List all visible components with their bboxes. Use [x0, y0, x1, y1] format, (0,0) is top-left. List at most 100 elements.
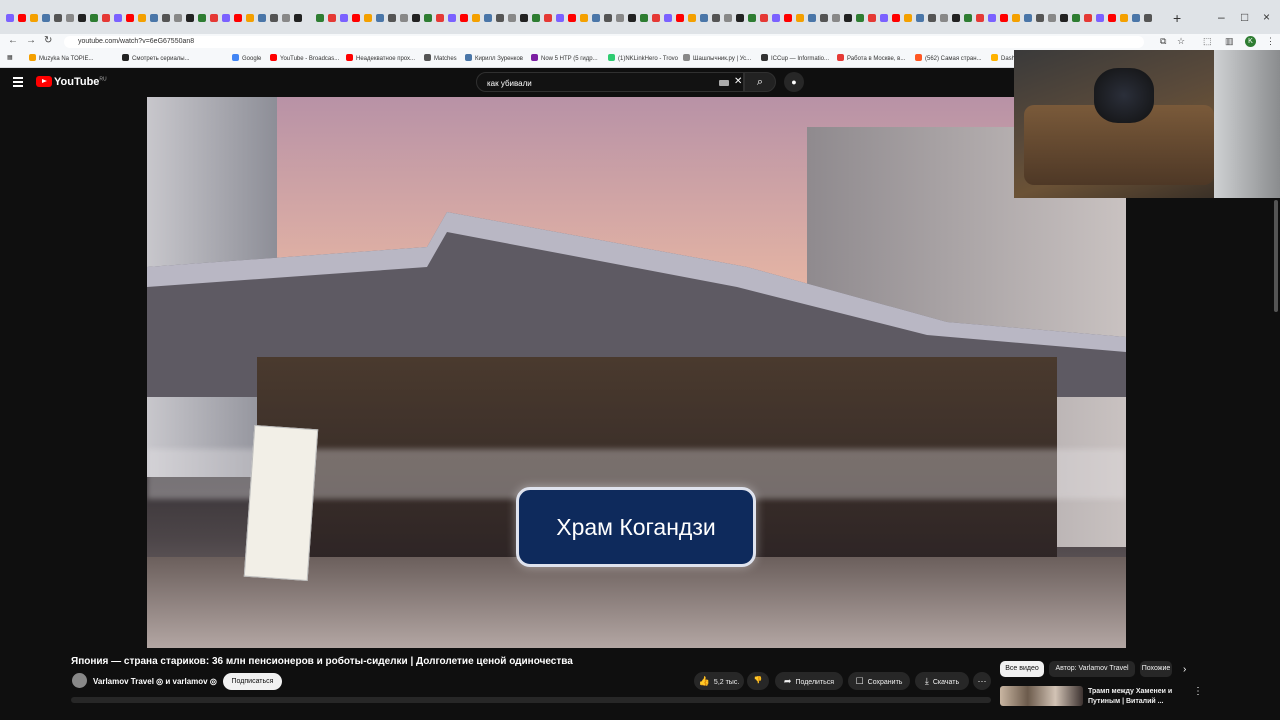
recommendation-thumbnail[interactable] — [1000, 686, 1083, 706]
tab-favicon[interactable] — [748, 14, 756, 22]
cast-icon[interactable]: ⧉ — [1160, 36, 1166, 47]
tab-favicon[interactable] — [1060, 14, 1068, 22]
tab-favicon[interactable] — [316, 14, 324, 22]
bookmark-item[interactable]: Muzyka Na TOPIE... — [29, 54, 93, 62]
chip-all[interactable]: Все видео — [1000, 661, 1044, 677]
tab-favicon[interactable] — [820, 14, 828, 22]
tab-favicon[interactable] — [604, 14, 612, 22]
tab-favicon[interactable] — [484, 14, 492, 22]
page-scrollbar[interactable] — [1274, 200, 1278, 312]
tab-favicon[interactable] — [1012, 14, 1020, 22]
extensions-icon[interactable]: ⬚ — [1203, 36, 1212, 47]
tab-favicon[interactable] — [412, 14, 420, 22]
minimize-button[interactable]: – — [1218, 10, 1225, 24]
tab-favicon[interactable] — [580, 14, 588, 22]
tab-favicon[interactable] — [952, 14, 960, 22]
bookmark-item[interactable]: Смотреть сериалы... — [122, 54, 190, 62]
bookmark-item[interactable]: Кирилл Зуренков — [465, 54, 523, 62]
tab-favicon[interactable] — [772, 14, 780, 22]
tab-favicon[interactable] — [1024, 14, 1032, 22]
tab-favicon[interactable] — [150, 14, 158, 22]
tab-favicon[interactable] — [736, 14, 744, 22]
tab-favicon[interactable] — [640, 14, 648, 22]
share-button[interactable]: ➦ Поделиться — [775, 672, 843, 690]
tab-favicon[interactable] — [294, 14, 302, 22]
tab-favicon[interactable] — [712, 14, 720, 22]
tab-favicon[interactable] — [162, 14, 170, 22]
bookmark-item[interactable]: YouTube - Broadcas... — [270, 54, 339, 62]
tab-favicon[interactable] — [472, 14, 480, 22]
tab-favicon[interactable] — [18, 14, 26, 22]
address-bar[interactable]: youtube.com/watch?v=6eG67550an8 — [64, 36, 1144, 48]
tab-favicon[interactable] — [892, 14, 900, 22]
tab-favicon[interactable] — [1096, 14, 1104, 22]
tab-favicon[interactable] — [724, 14, 732, 22]
recommendation-title[interactable]: Трамп между Хаменеи и Путиным | Виталий … — [1088, 687, 1183, 707]
channel-name[interactable]: Varlamov Travel ◎ и varlamov ◎ — [93, 677, 217, 686]
tab-favicon[interactable] — [988, 14, 996, 22]
search-button[interactable]: ⌕ — [744, 72, 776, 92]
tab-favicon[interactable] — [42, 14, 50, 22]
bookmark-item[interactable]: Google — [232, 54, 261, 62]
tab-favicon[interactable] — [54, 14, 62, 22]
tab-favicon[interactable] — [940, 14, 948, 22]
chip-related[interactable]: Похожие — [1140, 661, 1172, 677]
tab-favicon[interactable] — [928, 14, 936, 22]
tab-favicon[interactable] — [808, 14, 816, 22]
chevron-right-icon[interactable]: › — [1183, 664, 1186, 675]
profile-avatar[interactable]: K — [1245, 36, 1256, 47]
tab-favicon[interactable] — [198, 14, 206, 22]
tab-favicon[interactable] — [496, 14, 504, 22]
bookmark-star-icon[interactable]: ☆ — [1177, 36, 1185, 47]
bookmark-item[interactable]: Неадекватное прох... — [346, 54, 415, 62]
tab-favicon[interactable] — [832, 14, 840, 22]
tab-favicon[interactable] — [30, 14, 38, 22]
clear-search-icon[interactable]: ✕ — [734, 76, 742, 87]
tab-favicon[interactable] — [868, 14, 876, 22]
tab-favicon[interactable] — [126, 14, 134, 22]
dislike-button[interactable]: 👎 — [747, 672, 769, 690]
download-button[interactable]: ⤓ Скачать — [915, 672, 969, 690]
bookmark-item[interactable]: Dash — [991, 54, 1015, 62]
tab-favicon[interactable] — [6, 14, 14, 22]
video-player[interactable]: Храм Когандзи — [147, 97, 1126, 648]
tab-favicon[interactable] — [340, 14, 348, 22]
bookmark-item[interactable]: Now 5 HTP (5 гидр... — [531, 54, 598, 62]
tab-favicon[interactable] — [880, 14, 888, 22]
tab-favicon[interactable] — [964, 14, 972, 22]
tab-favicon[interactable] — [688, 14, 696, 22]
tab-favicon[interactable] — [844, 14, 852, 22]
tab-favicon[interactable] — [1000, 14, 1008, 22]
tab-favicon[interactable] — [352, 14, 360, 22]
menu-icon[interactable] — [13, 77, 23, 87]
tab-favicon[interactable] — [760, 14, 768, 22]
bookmark-item[interactable]: (562) Самая стран... — [915, 54, 982, 62]
tab-favicon[interactable] — [138, 14, 146, 22]
tab-favicon[interactable] — [222, 14, 230, 22]
tab-favicon[interactable] — [186, 14, 194, 22]
tab-favicon[interactable] — [508, 14, 516, 22]
tab-favicon[interactable] — [78, 14, 86, 22]
tab-favicon[interactable] — [616, 14, 624, 22]
tab-favicon[interactable] — [1084, 14, 1092, 22]
tab-favicon[interactable] — [436, 14, 444, 22]
back-icon[interactable]: ← — [8, 35, 18, 46]
bookmark-item[interactable]: ICCup — Informatio... — [761, 54, 829, 62]
tab-favicon[interactable] — [1036, 14, 1044, 22]
channel-avatar[interactable] — [72, 673, 87, 688]
tab-favicon[interactable] — [544, 14, 552, 22]
description-box[interactable] — [71, 697, 991, 703]
tab-favicon[interactable] — [376, 14, 384, 22]
tab-favicon[interactable] — [282, 14, 290, 22]
bookmark-item[interactable]: Matches — [424, 54, 457, 62]
tab-favicon[interactable] — [628, 14, 636, 22]
tab-favicon[interactable] — [102, 14, 110, 22]
tab-favicon[interactable] — [210, 14, 218, 22]
tab-favicon[interactable] — [676, 14, 684, 22]
tab-favicon[interactable] — [664, 14, 672, 22]
search-input[interactable] — [485, 76, 689, 90]
voice-search-button[interactable]: ● — [784, 72, 804, 92]
tab-favicon[interactable] — [556, 14, 564, 22]
keyboard-icon[interactable] — [719, 80, 729, 86]
browser-menu-icon[interactable]: ⋮ — [1266, 36, 1275, 47]
